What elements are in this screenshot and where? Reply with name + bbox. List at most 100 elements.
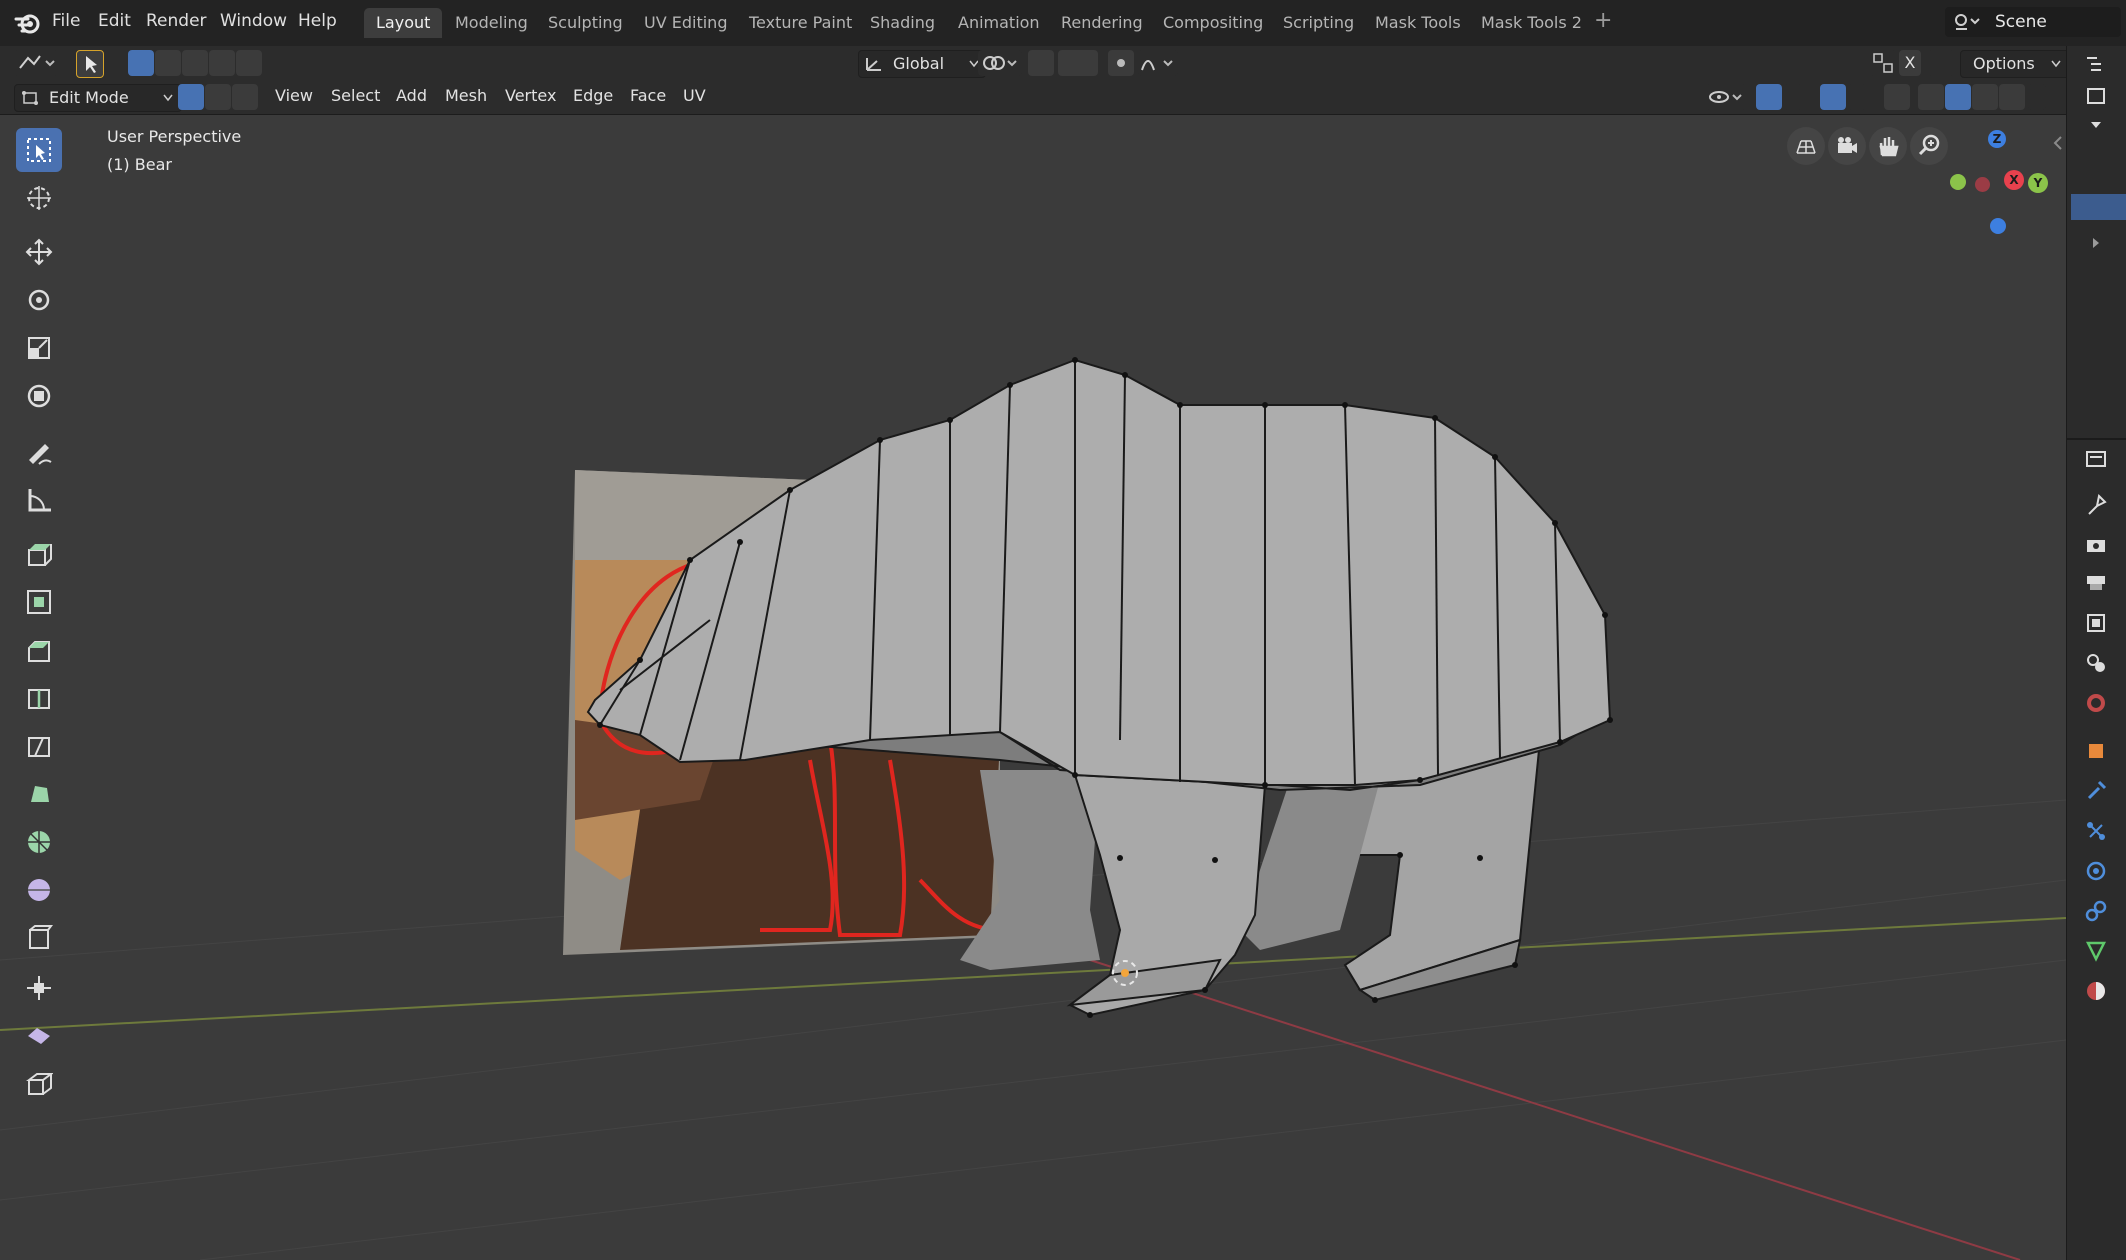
select-mode-extend-icon[interactable] xyxy=(155,50,181,76)
options-dropdown[interactable]: Options xyxy=(1960,50,2070,78)
scale-tool[interactable] xyxy=(16,326,62,370)
move-tool[interactable] xyxy=(16,230,62,274)
outliner-selected-row[interactable] xyxy=(2071,194,2126,220)
gizmo-neg-y-axis[interactable] xyxy=(1950,174,1966,190)
expand-arrow-icon[interactable] xyxy=(2083,230,2109,256)
edge-slide-tool[interactable] xyxy=(16,916,62,960)
pan-view-icon[interactable] xyxy=(1869,127,1907,165)
menu-edit[interactable]: Edit xyxy=(98,11,131,31)
xray-toggle-icon[interactable] xyxy=(1884,84,1910,110)
transform-orientation-dropdown[interactable]: Global xyxy=(858,50,986,78)
menu-uv[interactable]: UV xyxy=(683,86,706,105)
gizmo-neg-x-axis[interactable] xyxy=(1975,177,1990,192)
rendered-shading-icon[interactable] xyxy=(1999,84,2025,110)
knife-tool[interactable] xyxy=(16,724,62,768)
snap-toggle-icon[interactable] xyxy=(1028,50,1054,76)
properties-editor-icon[interactable] xyxy=(2083,446,2109,472)
camera-view-icon[interactable] xyxy=(1828,127,1866,165)
menu-face[interactable]: Face xyxy=(630,86,666,105)
render-properties-icon[interactable] xyxy=(2083,532,2109,558)
rotate-tool[interactable] xyxy=(16,278,62,322)
vertex-select-mode-icon[interactable] xyxy=(178,84,204,110)
select-mode-invert-icon[interactable] xyxy=(209,50,235,76)
sidebar-toggle-icon[interactable] xyxy=(2052,135,2064,151)
menu-edge[interactable]: Edge xyxy=(573,86,613,105)
menu-window[interactable]: Window xyxy=(220,11,287,31)
scene-selector[interactable]: Scene xyxy=(1945,7,2121,37)
solid-shading-icon[interactable] xyxy=(1945,84,1971,110)
overlays-icon[interactable] xyxy=(1820,84,1846,110)
transform-tool[interactable] xyxy=(16,374,62,418)
tab-texture-paint[interactable]: Texture Paint xyxy=(737,8,864,38)
view-layer-properties-icon[interactable] xyxy=(2083,610,2109,636)
scene-properties-icon[interactable] xyxy=(2083,650,2109,676)
output-properties-icon[interactable] xyxy=(2083,570,2109,596)
snap-target-icon[interactable] xyxy=(1058,50,1098,76)
modifier-properties-icon[interactable] xyxy=(2083,778,2109,804)
mode-dropdown[interactable]: Edit Mode xyxy=(14,84,182,112)
poly-build-tool[interactable] xyxy=(16,772,62,816)
tool-properties-icon[interactable] xyxy=(2083,492,2109,518)
tab-modeling[interactable]: Modeling xyxy=(443,8,540,38)
material-preview-icon[interactable] xyxy=(1972,84,1998,110)
toggle-ortho-icon[interactable] xyxy=(1787,127,1825,165)
menu-mesh[interactable]: Mesh xyxy=(445,86,487,105)
tab-uv-editing[interactable]: UV Editing xyxy=(632,8,739,38)
menu-select[interactable]: Select xyxy=(331,86,380,105)
face-select-mode-icon[interactable] xyxy=(232,84,258,110)
mirror-icon[interactable] xyxy=(1870,50,1896,76)
gizmo-neg-z-axis[interactable] xyxy=(1990,218,2006,234)
menu-add[interactable]: Add xyxy=(396,86,427,105)
show-gizmo-icon[interactable] xyxy=(1756,84,1782,110)
world-properties-icon[interactable] xyxy=(2083,690,2109,716)
annotate-tool[interactable] xyxy=(16,430,62,474)
gizmo-z-axis[interactable]: Z xyxy=(1988,130,2006,148)
object-properties-icon[interactable] xyxy=(2083,738,2109,764)
particles-properties-icon[interactable] xyxy=(2083,818,2109,844)
tab-compositing[interactable]: Compositing xyxy=(1151,8,1275,38)
physics-properties-icon[interactable] xyxy=(2083,858,2109,884)
gizmo-x-axis[interactable]: X xyxy=(2004,170,2024,190)
tab-sculpting[interactable]: Sculpting xyxy=(536,8,635,38)
tab-mask-tools-2[interactable]: Mask Tools 2 xyxy=(1469,8,1594,38)
editor-type-icon[interactable] xyxy=(14,50,58,76)
tab-animation[interactable]: Animation xyxy=(946,8,1052,38)
shear-tool[interactable] xyxy=(16,1014,62,1058)
bevel-tool[interactable] xyxy=(16,628,62,672)
loop-cut-tool[interactable] xyxy=(16,676,62,720)
extrude-region-tool[interactable] xyxy=(16,532,62,576)
measure-tool[interactable] xyxy=(16,478,62,522)
auto-merge-icon[interactable] xyxy=(1928,50,1954,76)
filter-chevron-icon[interactable] xyxy=(2083,112,2109,138)
select-box-tool[interactable] xyxy=(16,128,62,172)
tab-layout[interactable]: Layout xyxy=(364,8,443,38)
pivot-point-icon[interactable] xyxy=(978,50,1022,76)
select-mode-new-icon[interactable] xyxy=(128,50,154,76)
outliner-icon[interactable] xyxy=(2083,52,2109,78)
filter-icon[interactable] xyxy=(2083,84,2109,110)
add-workspace-button[interactable]: + xyxy=(1594,8,1612,33)
blender-logo-icon[interactable] xyxy=(14,9,42,37)
chevron-down-icon[interactable] xyxy=(1784,84,1802,110)
material-properties-icon[interactable] xyxy=(2083,978,2109,1004)
data-properties-icon[interactable] xyxy=(2083,938,2109,964)
spin-tool[interactable] xyxy=(16,820,62,864)
menu-view[interactable]: View xyxy=(275,86,313,105)
menu-file[interactable]: File xyxy=(52,11,80,31)
constraints-properties-icon[interactable] xyxy=(2083,898,2109,924)
tab-shading[interactable]: Shading xyxy=(858,8,947,38)
wireframe-shading-icon[interactable] xyxy=(1918,84,1944,110)
zoom-view-icon[interactable] xyxy=(1910,127,1948,165)
smooth-tool[interactable] xyxy=(16,868,62,912)
tweak-tool-icon[interactable] xyxy=(76,50,104,78)
tab-mask-tools[interactable]: Mask Tools xyxy=(1363,8,1473,38)
proportional-falloff-icon[interactable] xyxy=(1138,50,1178,76)
edge-select-mode-icon[interactable] xyxy=(205,84,231,110)
tab-scripting[interactable]: Scripting xyxy=(1271,8,1366,38)
visibility-icon[interactable] xyxy=(1706,84,1746,110)
chevron-down-icon[interactable] xyxy=(2028,84,2046,110)
gizmo-y-axis[interactable]: Y xyxy=(2028,173,2048,193)
chevron-down-icon[interactable] xyxy=(1848,84,1866,110)
menu-help[interactable]: Help xyxy=(298,11,337,31)
inset-faces-tool[interactable] xyxy=(16,580,62,624)
